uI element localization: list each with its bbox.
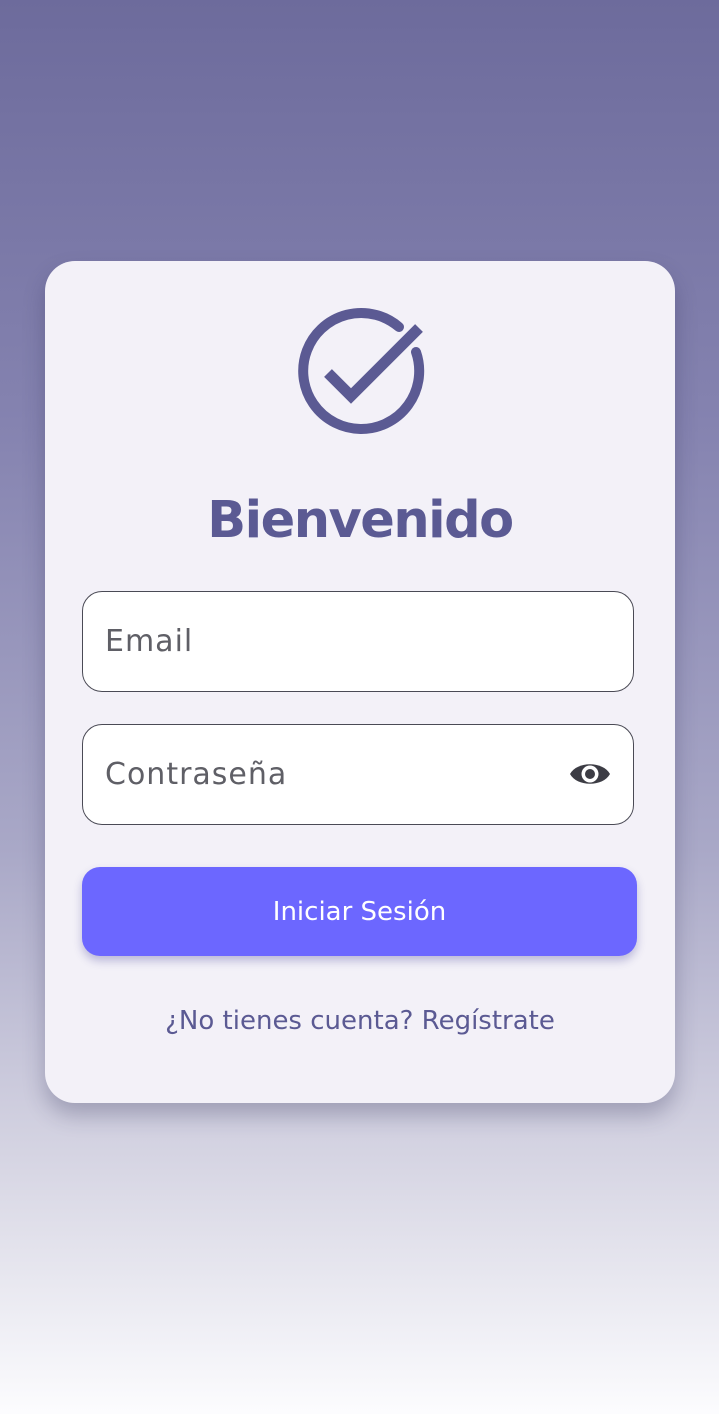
email-field[interactable] xyxy=(82,591,634,692)
password-input[interactable] xyxy=(105,725,565,823)
email-input[interactable] xyxy=(105,592,565,690)
eye-icon[interactable] xyxy=(569,757,611,791)
page-title: Bienvenido xyxy=(207,491,514,550)
password-field[interactable] xyxy=(82,724,634,825)
login-card: Bienvenido Iniciar Sesión ¿No tienes cue… xyxy=(45,261,675,1103)
register-link[interactable]: ¿No tienes cuenta? Regístrate xyxy=(45,1001,675,1041)
login-button[interactable]: Iniciar Sesión xyxy=(82,867,637,956)
check-circle-icon xyxy=(298,308,425,434)
